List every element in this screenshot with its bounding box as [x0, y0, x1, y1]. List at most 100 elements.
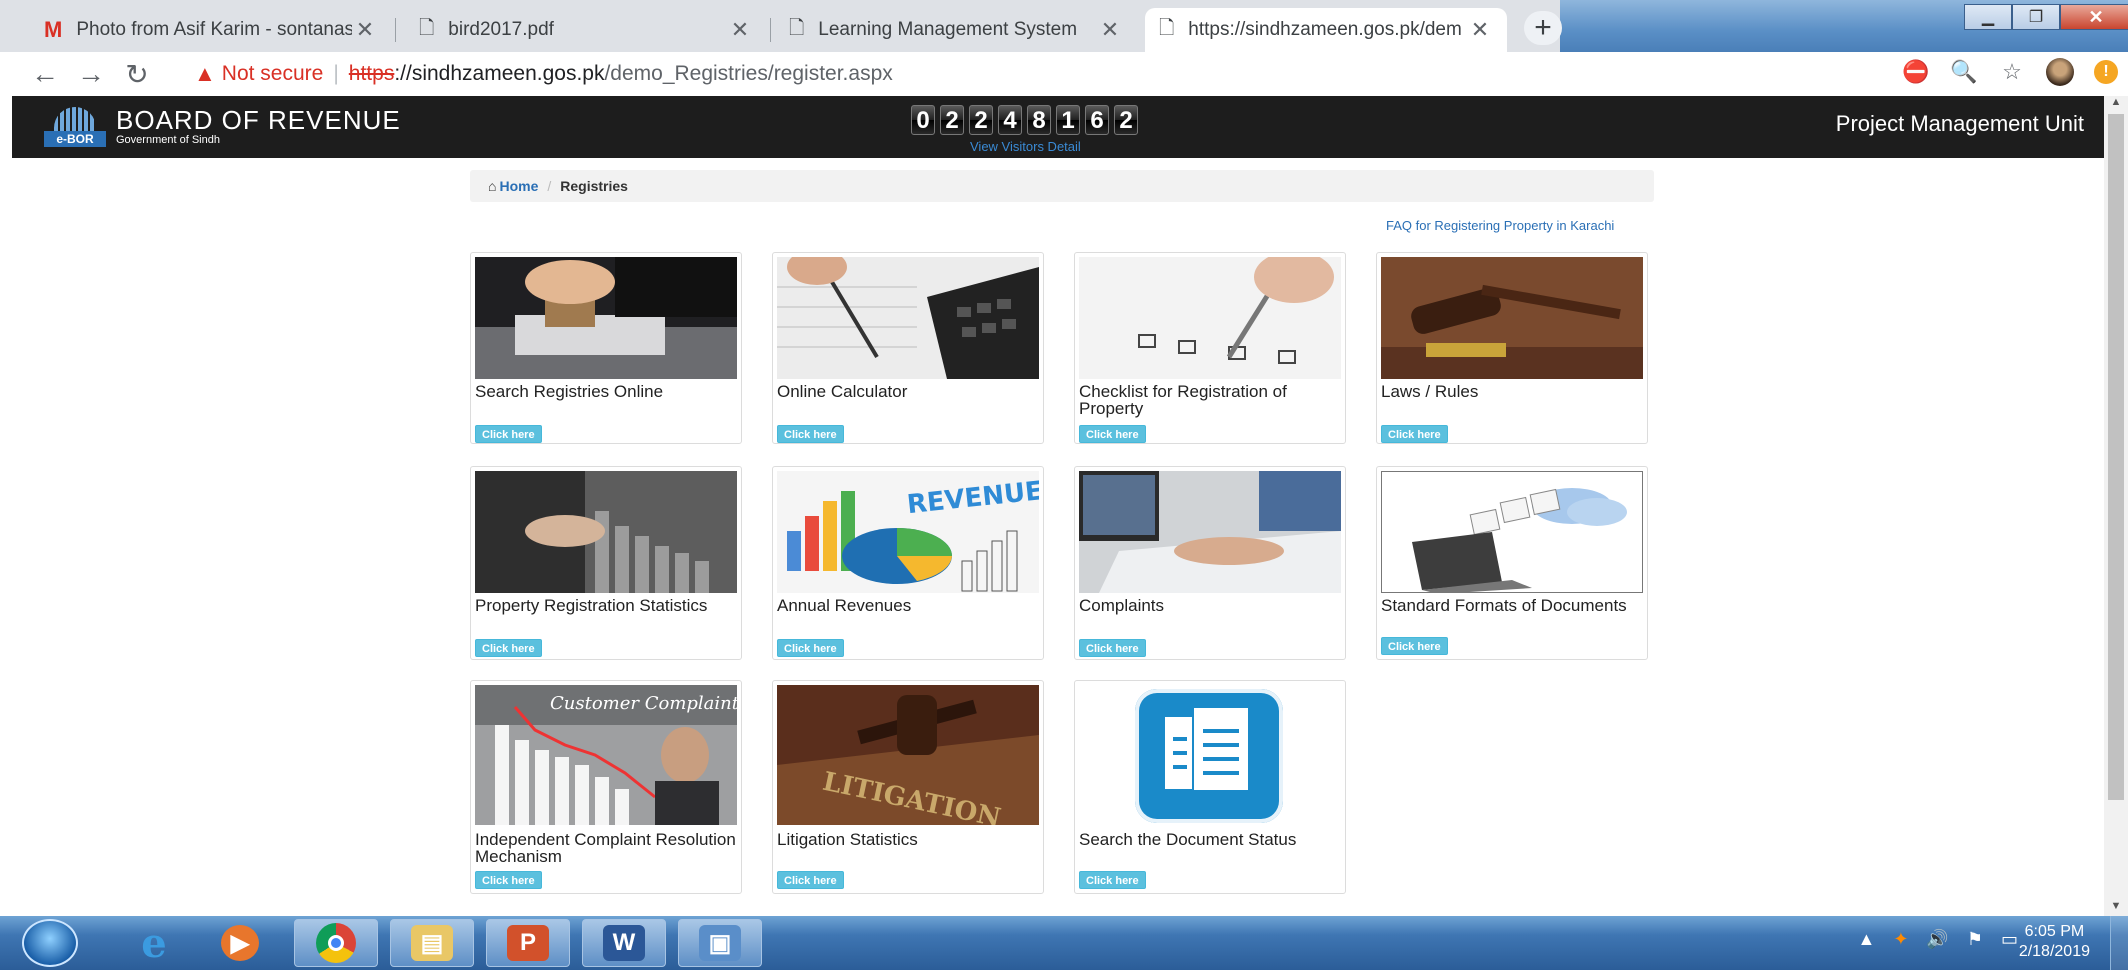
chrome-icon[interactable]	[294, 919, 378, 967]
click-here-button[interactable]: Click here	[1079, 871, 1146, 889]
address-bar[interactable]: ▲ Not secure | https ://sindhzameen.gos.…	[180, 55, 1870, 93]
minimize-button[interactable]: ▁	[1964, 4, 2012, 30]
card-title: Complaints	[1079, 596, 1165, 615]
card-complaints[interactable]: Complaints Click here	[1074, 466, 1346, 660]
network-icon[interactable]: ▭	[2001, 929, 2018, 950]
action-center-flag-icon[interactable]: ⚑	[1967, 929, 1983, 950]
card-title: Property Registration Statistics	[475, 596, 708, 615]
tab-title: bird2017.pdf	[448, 19, 554, 40]
picture-viewer-icon[interactable]: ▣	[678, 919, 762, 967]
statistics-photo	[475, 471, 737, 593]
system-clock[interactable]: 6:05 PM 2/18/2019	[2019, 922, 2090, 962]
globe-icon	[54, 107, 96, 133]
profile-avatar[interactable]	[2046, 58, 2074, 86]
calculator-photo	[777, 257, 1039, 379]
cookie-blocked-icon[interactable]: ⛔	[1902, 58, 1930, 86]
breadcrumb-current: Registries	[560, 178, 628, 194]
card-complaint-resolution[interactable]: Customer Complaint Independent Complaint…	[470, 680, 742, 894]
card-litigation-statistics[interactable]: LITIGATION Litigation Statistics Click h…	[772, 680, 1044, 894]
media-player-icon[interactable]: ▶	[198, 919, 282, 967]
faq-link[interactable]: FAQ for Registering Property in Karachi	[1386, 218, 1614, 233]
card-property-statistics[interactable]: Property Registration Statistics Click h…	[470, 466, 742, 660]
page-viewport: e-BOR BOARD OF REVENUE Government of Sin…	[12, 96, 2104, 916]
system-tray: ▲ ✦ 🔊 ⚑ ▭	[1858, 929, 2019, 950]
scroll-up-arrow-icon[interactable]: ▲	[2104, 96, 2128, 112]
brand-text: BOARD OF REVENUE Government of Sindh	[116, 106, 401, 146]
reload-button[interactable]: ↻	[114, 54, 160, 94]
click-here-button[interactable]: Click here	[475, 639, 542, 657]
close-window-button[interactable]: ✕	[2060, 4, 2128, 30]
card-document-status[interactable]: Search the Document Status Click here	[1074, 680, 1346, 894]
new-tab-button[interactable]: +	[1524, 11, 1562, 45]
omnibox-divider: |	[333, 62, 339, 85]
card-laws-rules[interactable]: Laws / Rules Click here	[1376, 252, 1648, 444]
card-title: Litigation Statistics	[777, 830, 918, 849]
visitors-detail-link[interactable]: View Visitors Detail	[970, 139, 1081, 154]
back-button[interactable]: ←	[22, 54, 68, 94]
tab-title: Learning Management System	[818, 19, 1078, 40]
file-explorer-icon[interactable]: ▤	[390, 919, 474, 967]
counter-digit: 8	[1027, 105, 1051, 135]
close-icon[interactable]: ✕	[352, 17, 378, 43]
card-online-calculator[interactable]: Online Calculator Click here	[772, 252, 1044, 444]
click-here-button[interactable]: Click here	[777, 425, 844, 443]
show-desktop-button[interactable]	[2110, 916, 2128, 970]
card-search-registries[interactable]: Search Registries Online Click here	[470, 252, 742, 444]
scroll-thumb[interactable]	[2108, 114, 2124, 800]
volume-icon[interactable]: 🔊	[1926, 929, 1948, 950]
close-icon[interactable]: ✕	[1097, 17, 1123, 43]
warning-icon: ▲	[194, 61, 216, 86]
bookmark-star-icon[interactable]: ☆	[1998, 58, 2026, 86]
click-here-button[interactable]: Click here	[777, 871, 844, 889]
breadcrumb-home[interactable]: Home	[499, 178, 538, 194]
brand-subtitle: Government of Sindh	[116, 134, 220, 146]
close-icon[interactable]: ✕	[727, 17, 753, 43]
scroll-down-arrow-icon[interactable]: ▼	[2104, 900, 2128, 916]
card-title: Laws / Rules	[1381, 382, 1479, 401]
tab-lms[interactable]: 🗋 Learning Management System ✕	[775, 8, 1137, 52]
card-checklist[interactable]: Checklist for Registration of Property C…	[1074, 252, 1346, 444]
click-here-button[interactable]: Click here	[1381, 637, 1448, 655]
maximize-button[interactable]: ❐	[2012, 4, 2060, 30]
card-annual-revenues[interactable]: REVENUE Annual Revenues Click here	[772, 466, 1044, 660]
card-title: Standard Formats of Documents	[1381, 596, 1627, 615]
page-scrollbar[interactable]: ▲ ▼	[2104, 96, 2128, 916]
click-here-button[interactable]: Click here	[1381, 425, 1448, 443]
click-here-button[interactable]: Click here	[475, 425, 542, 443]
visitor-counter: 0 2 2 4 8 1 6 2	[911, 105, 1138, 135]
security-label[interactable]: Not secure	[222, 62, 324, 86]
document-icon: 🗋	[419, 18, 435, 39]
start-button[interactable]	[22, 919, 78, 967]
powerpoint-icon[interactable]: P	[486, 919, 570, 967]
click-here-button[interactable]: Click here	[1079, 639, 1146, 657]
forward-button[interactable]: →	[68, 54, 114, 94]
zoom-icon[interactable]: 🔍	[1950, 58, 1978, 86]
counter-digit: 4	[998, 105, 1022, 135]
breadcrumb-separator: /	[547, 178, 552, 194]
document-icon: 🗋	[1159, 18, 1175, 39]
card-title: Independent Complaint Resolution Mechani…	[475, 830, 736, 866]
site-header: e-BOR BOARD OF REVENUE Government of Sin…	[12, 96, 2104, 158]
document-icon: 🗋	[789, 18, 805, 39]
site-brand[interactable]: e-BOR BOARD OF REVENUE Government of Sin…	[44, 105, 401, 147]
documents-icon	[1135, 689, 1283, 823]
tab-active[interactable]: 🗋 https://sindhzameen.gos.pk/dem ✕	[1145, 8, 1507, 52]
card-title: Checklist for Registration of Property	[1079, 382, 1287, 418]
window-controls: ▁ ❐ ✕	[1964, 4, 2128, 30]
show-hidden-icons-icon[interactable]: ▲	[1858, 929, 1876, 950]
close-icon[interactable]: ✕	[1467, 17, 1493, 43]
counter-digit: 6	[1085, 105, 1109, 135]
avast-icon[interactable]: ✦	[1893, 929, 1908, 950]
click-here-button[interactable]: Click here	[777, 639, 844, 657]
update-menu-icon[interactable]: !	[2094, 60, 2118, 84]
card-standard-formats[interactable]: Standard Formats of Documents Click here	[1376, 466, 1648, 660]
internet-explorer-icon[interactable]: e	[112, 919, 196, 967]
tab-pdf[interactable]: 🗋 bird2017.pdf ✕	[405, 8, 767, 52]
browser-tabstrip: M Photo from Asif Karim - sontanas ✕ 🗋 b…	[0, 0, 2128, 52]
word-icon[interactable]: W	[582, 919, 666, 967]
tab-gmail[interactable]: M Photo from Asif Karim - sontanas ✕	[30, 8, 392, 52]
clock-time: 6:05 PM	[2024, 923, 2085, 940]
counter-digit: 2	[1114, 105, 1138, 135]
click-here-button[interactable]: Click here	[475, 871, 542, 889]
click-here-button[interactable]: Click here	[1079, 425, 1146, 443]
